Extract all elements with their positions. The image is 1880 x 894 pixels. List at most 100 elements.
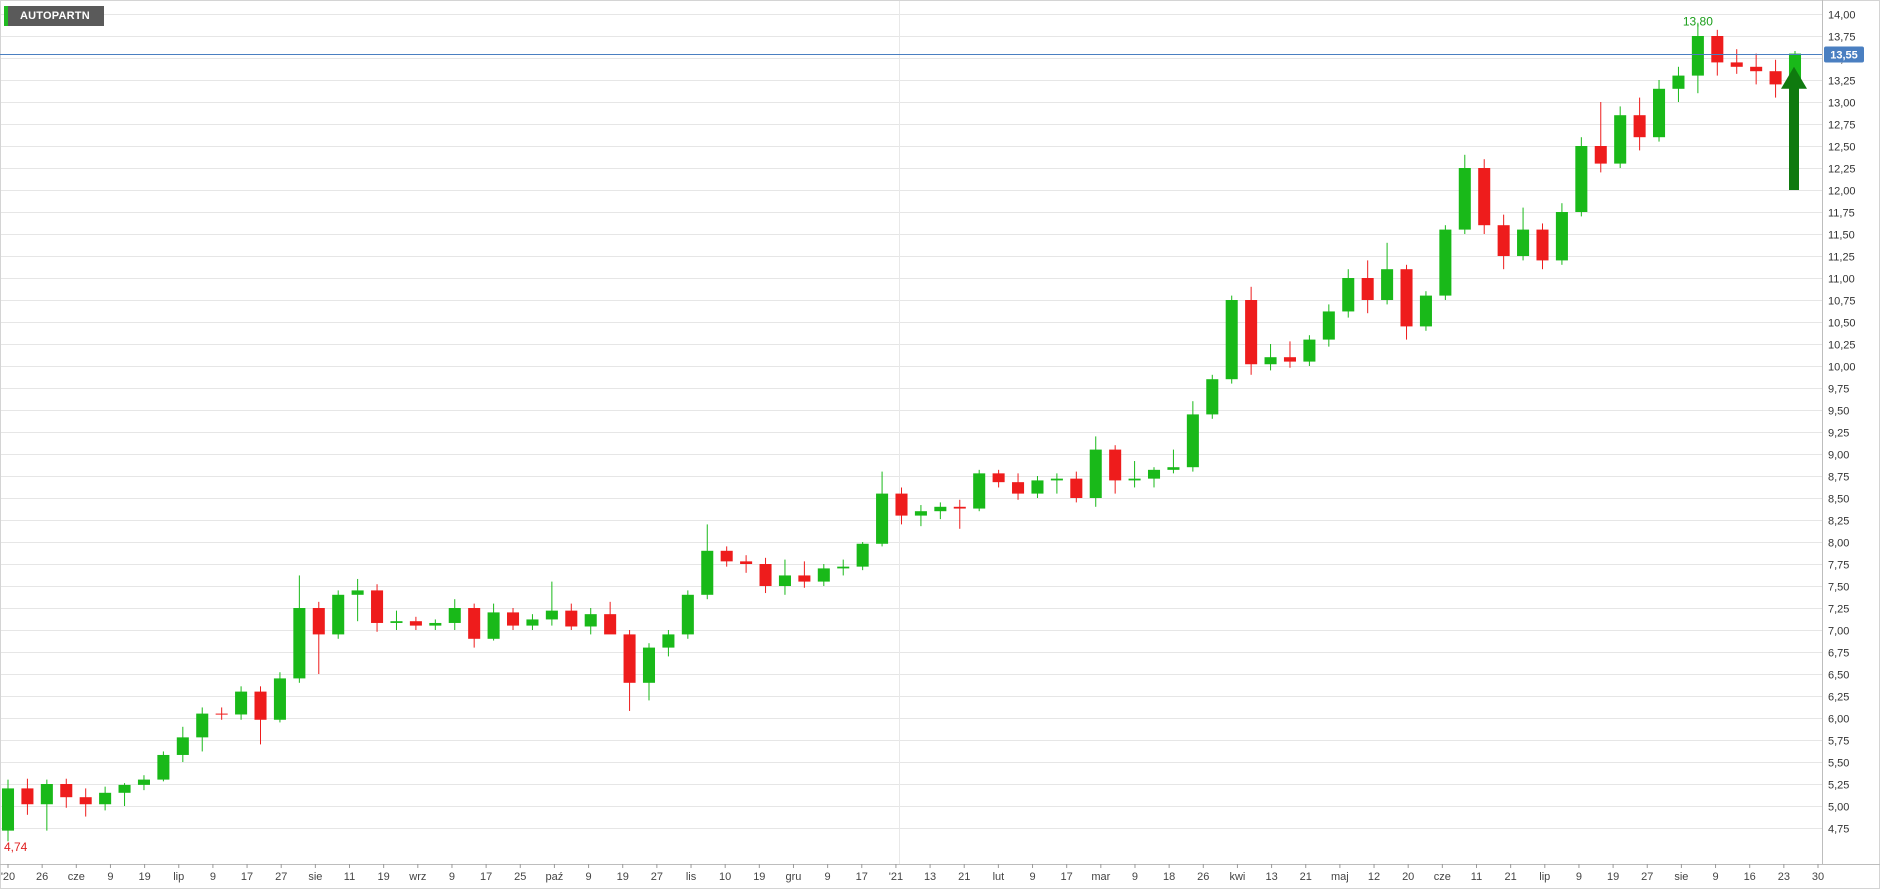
candle-body — [293, 608, 306, 679]
candle-body — [1342, 278, 1355, 312]
axes: 4,75 5,00 5,25 5,50 5,75 6,00 6,25 6,50 6,75 7,00… — [0, 0, 1880, 889]
candle-body — [565, 610, 578, 627]
candle-body — [21, 788, 34, 805]
candle-body — [856, 543, 869, 567]
candle-body — [1458, 168, 1471, 230]
candle-body — [332, 594, 345, 635]
x-tick-label: 9 — [586, 871, 592, 883]
high-value-label: 13,80 — [1683, 15, 1713, 29]
y-tick-label: 4,75 — [1828, 824, 1849, 836]
candle-body — [1089, 449, 1102, 498]
y-tick-label: 6,25 — [1828, 692, 1849, 704]
grid-lines — [0, 0, 1822, 864]
candle-body — [1206, 379, 1219, 415]
low-value-label: 4,74 — [4, 840, 28, 854]
x-tick-label: cze — [68, 871, 85, 883]
candle-body — [1167, 467, 1180, 470]
y-tick-label: 6,75 — [1828, 648, 1849, 660]
x-tick-label: 19 — [753, 871, 765, 883]
candle-body — [1730, 62, 1743, 67]
candle-body — [837, 566, 850, 569]
candle-body — [196, 713, 209, 738]
candle-body — [1109, 449, 1122, 481]
candle-body — [1478, 168, 1491, 226]
candle-body — [778, 575, 791, 586]
x-tick-label: '20 — [1, 871, 15, 883]
x-tick-label: 9 — [1029, 871, 1035, 883]
candle-body — [1303, 339, 1316, 362]
y-tick-label: 12,00 — [1828, 186, 1856, 198]
y-tick-label: 11,50 — [1828, 230, 1855, 242]
y-tick-label: 7,25 — [1828, 604, 1849, 616]
candle-body — [1186, 414, 1199, 468]
x-tick-label: lut — [993, 871, 1005, 883]
x-tick-label: 21 — [958, 871, 970, 883]
candle-body — [1691, 36, 1704, 76]
y-tick-label: 9,00 — [1828, 450, 1849, 462]
candle-body — [1711, 36, 1724, 63]
x-tick-label: mar — [1091, 871, 1110, 883]
y-tick-label: 13,00 — [1828, 98, 1856, 110]
x-tick-label: 10 — [719, 871, 731, 883]
candle-body — [1555, 212, 1568, 261]
x-tick-label: maj — [1331, 871, 1349, 883]
candle-body — [118, 784, 131, 793]
x-tick-label: 23 — [1778, 871, 1790, 883]
candle-body — [60, 784, 73, 798]
x-tick-label: sie — [1674, 871, 1688, 883]
candle-body — [642, 647, 656, 683]
candle-body — [137, 779, 150, 785]
x-tick-label: 25 — [514, 871, 526, 883]
stock-chart[interactable]: 4,75 5,00 5,25 5,50 5,75 6,00 6,25 6,50 6,75 7,00… — [0, 0, 1880, 889]
candle-body — [1750, 66, 1763, 72]
x-tick-label: 19 — [1607, 871, 1619, 883]
x-tick-label: 9 — [107, 871, 113, 883]
x-tick-label: 27 — [651, 871, 663, 883]
candlestick-chart[interactable]: 4,75 5,00 5,25 5,50 5,75 6,00 6,25 6,50 6,75 7,00… — [0, 0, 1880, 889]
candle-body — [740, 561, 753, 564]
x-tick-label: kwi — [1229, 871, 1245, 883]
x-tick-label: 9 — [210, 871, 216, 883]
x-tick-label: 26 — [1197, 871, 1209, 883]
candle-body — [487, 612, 500, 639]
y-tick-label: 10,25 — [1828, 340, 1856, 352]
candle-body — [1594, 146, 1607, 164]
candle-body — [1439, 229, 1452, 296]
candle-body — [914, 511, 927, 516]
candle-body — [235, 691, 248, 715]
candle-body — [681, 594, 694, 635]
ticker-label[interactable]: AUTOPARTN — [4, 6, 104, 26]
x-tick-label: 9 — [1712, 871, 1718, 883]
y-tick-label: 6,50 — [1828, 670, 1849, 682]
y-tick-label: 8,00 — [1828, 538, 1849, 550]
x-tick-label: 27 — [275, 871, 287, 883]
x-tick-label: 17 — [241, 871, 253, 883]
candle-body — [1, 788, 15, 831]
x-tick-label: 9 — [1576, 871, 1582, 883]
candle-body — [468, 608, 481, 639]
y-tick-label: 7,50 — [1828, 582, 1849, 594]
candle-body — [526, 619, 539, 626]
candle-body — [759, 564, 772, 586]
y-tick-label: 5,25 — [1828, 780, 1849, 792]
x-tick-label: 13 — [1265, 871, 1277, 883]
candle-body — [448, 608, 461, 623]
x-tick-label: lip — [173, 871, 184, 883]
candle-body — [40, 784, 53, 805]
candle-body — [273, 678, 286, 720]
y-tick-label: 11,00 — [1828, 274, 1855, 286]
candle-body — [1381, 269, 1394, 300]
candle-body — [312, 608, 325, 635]
x-tick-label: 11 — [344, 871, 355, 883]
candle-body — [215, 713, 228, 715]
candle-body — [604, 614, 617, 635]
y-tick-label: 5,75 — [1828, 736, 1849, 748]
x-tick-label: 16 — [1744, 871, 1756, 883]
x-tick-label: 30 — [1812, 871, 1824, 883]
candle-body — [720, 550, 733, 562]
y-tick-label: 12,75 — [1828, 120, 1856, 132]
candle-body — [1497, 225, 1510, 256]
x-tick-label: sie — [308, 871, 322, 883]
x-tick-label: paź — [546, 871, 564, 883]
x-tick-label: 11 — [1471, 871, 1482, 883]
